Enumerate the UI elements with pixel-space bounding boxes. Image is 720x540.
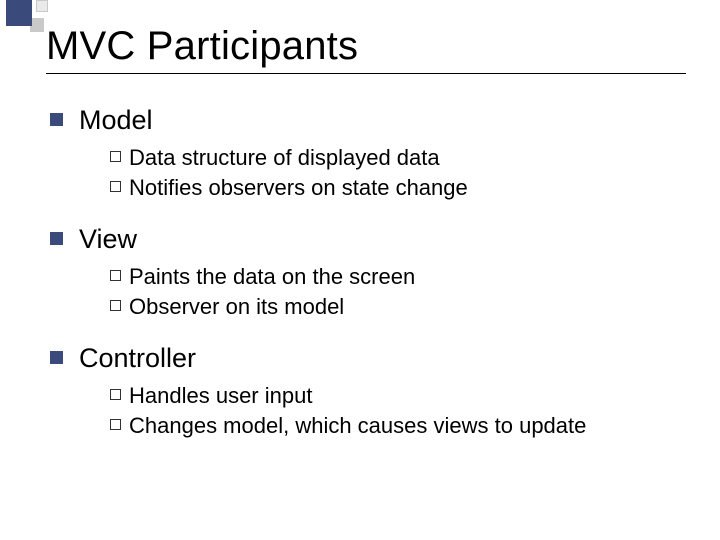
list-item: Paints the data on the screen <box>110 263 670 292</box>
section-items: Handles user input Changes model, which … <box>110 382 670 441</box>
slide-body: Model Data structure of displayed data N… <box>50 98 670 461</box>
square-bullet-icon <box>50 351 63 364</box>
section-items: Data structure of displayed data Notifie… <box>110 144 670 203</box>
list-item-text: Observer on its model <box>129 293 344 322</box>
list-item-text: Notifies observers on state change <box>129 174 468 203</box>
section-heading: Controller <box>50 342 670 376</box>
list-item: Observer on its model <box>110 293 670 322</box>
hollow-square-bullet-icon <box>110 270 121 281</box>
section-items: Paints the data on the screen Observer o… <box>110 263 670 322</box>
list-item-text: Data structure of displayed data <box>129 144 440 173</box>
section-heading-text: Model <box>79 104 153 138</box>
square-bullet-icon <box>50 232 63 245</box>
slide: MVC Participants Model Data structure of… <box>0 0 720 540</box>
hollow-square-bullet-icon <box>110 181 121 192</box>
list-item: Notifies observers on state change <box>110 174 670 203</box>
slide-title: MVC Participants <box>46 24 358 69</box>
hollow-square-bullet-icon <box>110 389 121 400</box>
deco-square-icon <box>30 18 44 32</box>
section-heading-text: View <box>79 223 137 257</box>
list-item: Data structure of displayed data <box>110 144 670 173</box>
deco-square-icon <box>6 0 32 26</box>
list-item-text: Handles user input <box>129 382 312 411</box>
list-item-text: Changes model, which causes views to upd… <box>129 412 586 441</box>
section-heading: Model <box>50 104 670 138</box>
square-bullet-icon <box>50 113 63 126</box>
list-item-text: Paints the data on the screen <box>129 263 415 292</box>
hollow-square-bullet-icon <box>110 419 121 430</box>
section-heading: View <box>50 223 670 257</box>
hollow-square-bullet-icon <box>110 151 121 162</box>
hollow-square-bullet-icon <box>110 300 121 311</box>
list-item: Handles user input <box>110 382 670 411</box>
title-underline <box>46 73 686 74</box>
list-item: Changes model, which causes views to upd… <box>110 412 670 441</box>
section-heading-text: Controller <box>79 342 196 376</box>
deco-square-icon <box>36 0 48 12</box>
